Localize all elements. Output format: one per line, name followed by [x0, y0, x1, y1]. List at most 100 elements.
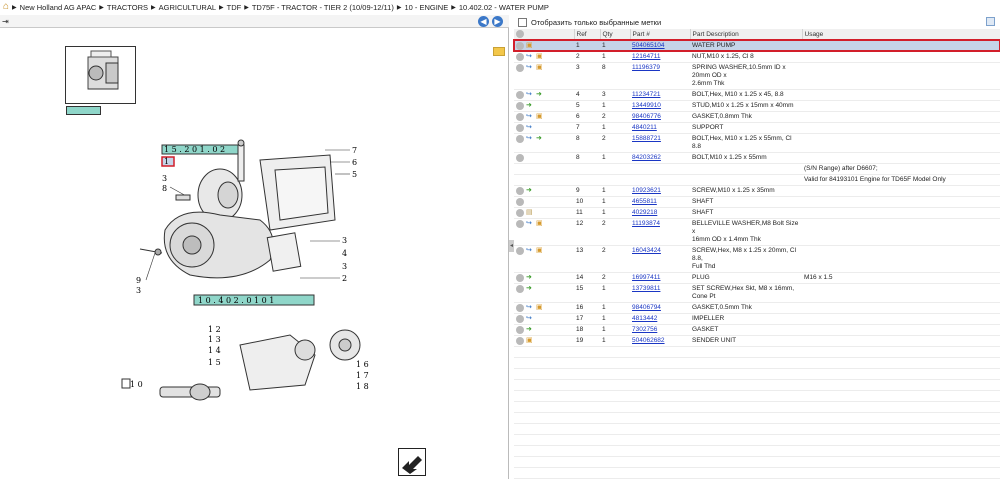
previous-page-button[interactable]: ◀ [478, 16, 489, 27]
table-row[interactable]: Valid for 84193101 Engine for TD65F Mode… [514, 174, 1000, 186]
breadcrumb-item[interactable]: New Holland AG APAC [20, 3, 97, 12]
cell-part-number[interactable]: 7302756 [630, 324, 690, 336]
cell-part-number-text[interactable]: 13739811 [632, 285, 660, 292]
add-to-cart-icon[interactable] [516, 123, 524, 132]
table-row[interactable]: ↪ ▣ 2 1 12164711 NUT,M10 x 1.25, Cl 8 [514, 51, 1000, 63]
link-icon[interactable]: ↪ [526, 53, 534, 60]
cell-part-number[interactable]: 12164711 [630, 51, 690, 63]
cell-part-number-text[interactable]: 504062682 [632, 337, 665, 344]
table-row[interactable]: ↪ ▣ 3 8 11196379 SPRING WASHER,10.5mm ID x 20… [514, 62, 1000, 90]
cell-part-number[interactable]: 13449910 [630, 100, 690, 112]
cell-part-number-text[interactable]: 12164711 [632, 53, 660, 60]
cell-part-number-text[interactable]: 4813442 [632, 315, 657, 322]
breadcrumb-item[interactable]: TD75F - TRACTOR - TIER 2 (10/09-12/11) [252, 3, 394, 12]
breadcrumb-item[interactable]: TRACTORS [107, 3, 148, 12]
next-diagram-icon[interactable] [398, 448, 426, 476]
add-to-cart-icon[interactable] [516, 314, 524, 323]
cell-part-number[interactable]: 504065104 [630, 40, 690, 52]
folder-icon[interactable] [493, 47, 505, 56]
link-icon[interactable]: ↪ [526, 124, 534, 131]
arrow-icon[interactable]: ➜ [526, 187, 534, 194]
cell-part-number[interactable]: 98406794 [630, 302, 690, 314]
cell-part-number[interactable]: 10923621 [630, 185, 690, 197]
link-icon[interactable]: ↪ [526, 315, 534, 322]
home-icon[interactable]: ⌂ [3, 2, 9, 12]
cell-part-number-text[interactable]: 7302756 [632, 326, 657, 333]
cell-part-number-text[interactable]: 16997411 [632, 274, 660, 281]
table-row[interactable]: ↪ ➜ 4 3 11234721 BOLT,Hex, M10 x 1.25 x 45, 8… [514, 89, 1000, 101]
add-to-cart-icon[interactable] [516, 303, 524, 312]
grid-view-icon[interactable] [986, 17, 995, 26]
arrow-icon[interactable]: ➜ [526, 102, 534, 109]
cell-part-number[interactable] [630, 174, 690, 186]
package-icon[interactable]: ▣ [536, 304, 544, 311]
cell-part-number[interactable]: 16997411 [630, 272, 690, 284]
add-to-cart-icon[interactable] [516, 284, 524, 293]
add-to-cart-icon[interactable] [516, 208, 524, 217]
cell-part-number-text[interactable]: 84203262 [632, 154, 661, 161]
table-row[interactable]: ➜ 14 2 16997411 PLUG M16 x 1.5 [514, 272, 1000, 284]
cell-part-number-text[interactable]: 11193874 [632, 220, 660, 227]
table-row[interactable]: ▣ 1 1 504065104 WATER PUMP [513, 39, 1000, 52]
package-icon[interactable]: ▣ [536, 247, 544, 254]
cell-part-number[interactable]: 4813442 [630, 313, 690, 325]
cell-part-number-text[interactable]: 11196379 [632, 64, 660, 71]
cell-part-number-text[interactable]: 15888721 [632, 135, 661, 142]
table-row[interactable]: ➜ 5 1 13449910 STUD,M10 x 1.25 x 15mm x 40mm [514, 100, 1000, 112]
link-icon[interactable]: ↪ [526, 220, 534, 227]
arrow-icon[interactable]: ➜ [526, 326, 534, 333]
cell-part-number-text[interactable]: 10923621 [632, 187, 661, 194]
table-row[interactable]: ➜ 9 1 10923621 SCREW,M10 x 1.25 x 35mm [514, 185, 1000, 197]
note-icon[interactable]: ▤ [526, 209, 534, 216]
add-to-cart-icon[interactable] [516, 325, 524, 334]
add-to-cart-icon[interactable] [516, 219, 524, 228]
selected-only-checkbox[interactable] [518, 17, 527, 27]
table-row[interactable]: (S/N Range) after D6607; [514, 163, 1000, 175]
table-row[interactable]: 10 1 4655811 SHAFT [514, 196, 1000, 208]
cell-part-number[interactable]: 13739811 [630, 283, 690, 303]
expand-icon[interactable]: ⇥ [2, 17, 9, 26]
package-icon[interactable]: ▣ [536, 53, 544, 60]
add-to-cart-icon[interactable] [516, 41, 524, 50]
table-row[interactable]: ➜ 18 1 7302756 GASKET [514, 324, 1000, 336]
cell-part-number-text[interactable]: 4840211 [632, 124, 657, 131]
cell-part-number[interactable]: 11196379 [630, 62, 690, 90]
package-icon[interactable]: ▣ [526, 337, 534, 344]
cell-part-number[interactable]: 11193874 [630, 218, 690, 246]
add-to-cart-icon[interactable] [516, 336, 524, 345]
cell-part-number-text[interactable]: 4655811 [632, 198, 657, 205]
table-row[interactable]: ▤ 11 1 4029218 SHAFT [514, 207, 1000, 219]
cell-part-number[interactable] [630, 163, 690, 175]
package-icon[interactable]: ▣ [536, 113, 544, 120]
cell-part-number-text[interactable]: 11234721 [632, 91, 660, 98]
arrow-icon[interactable]: ➜ [526, 285, 534, 292]
cell-part-number[interactable]: 4029218 [630, 207, 690, 219]
table-row[interactable]: ↪ 7 1 4840211 SUPPORT [514, 122, 1000, 134]
add-to-cart-icon[interactable] [516, 52, 524, 61]
cell-part-number-text[interactable]: 504065104 [632, 42, 665, 49]
table-row[interactable]: ↪ ▣ 16 1 98406794 GASKET,0.5mm Thk [514, 302, 1000, 314]
link-icon[interactable]: ↪ [526, 304, 534, 311]
add-to-cart-icon[interactable] [516, 134, 524, 143]
cell-part-number[interactable]: 11234721 [630, 89, 690, 101]
breadcrumb-item[interactable]: TDF [227, 3, 242, 12]
settings-icon[interactable] [516, 30, 524, 39]
cell-part-number[interactable]: 504062682 [630, 335, 690, 347]
cell-part-number[interactable]: 84203262 [630, 152, 690, 164]
cell-part-number-text[interactable]: 16043424 [632, 247, 661, 254]
cell-part-number-text[interactable]: 98406794 [632, 304, 661, 311]
next-page-button[interactable]: ▶ [492, 16, 503, 27]
table-row[interactable]: ↪ ▣ 13 2 16043424 SCREW,Hex, M8 x 1.25 x 20mm… [514, 245, 1000, 273]
arrow-icon[interactable]: ➜ [526, 274, 534, 281]
exploded-diagram[interactable]: 1 5 . 2 0 1 . 0 2 1 3 8 9 3 7 6 5 3 4 3 … [120, 135, 380, 405]
add-to-cart-icon[interactable] [516, 273, 524, 282]
link-icon[interactable]: ↪ [526, 247, 534, 254]
arrow-icon[interactable]: ➜ [536, 135, 544, 142]
header-description[interactable]: Part Description [690, 29, 803, 41]
add-to-cart-icon[interactable] [516, 112, 524, 121]
add-to-cart-icon[interactable] [516, 246, 524, 255]
package-icon[interactable]: ▣ [526, 42, 534, 49]
cell-part-number[interactable]: 98406776 [630, 111, 690, 123]
engine-thumbnail[interactable] [65, 46, 136, 104]
add-to-cart-icon[interactable] [516, 101, 524, 110]
